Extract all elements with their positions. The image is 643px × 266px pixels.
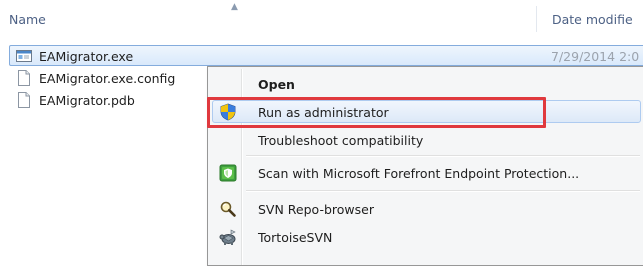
menu-item-label: SVN Repo-browser [258, 202, 374, 217]
document-icon [18, 70, 30, 86]
file-row[interactable]: EAMigrator.exe 7/29/2014 2:0 [0, 45, 643, 67]
sort-ascending-icon: ▲ [231, 2, 238, 12]
menu-item-svn-repo-browser[interactable]: SVN Repo-browser [211, 197, 643, 221]
column-header-row: Name ▲ Date modifie [0, 0, 643, 34]
document-icon [18, 92, 30, 108]
file-name: EAMigrator.pdb [39, 93, 135, 108]
exe-icon [16, 50, 32, 62]
file-name: EAMigrator.exe [39, 49, 134, 64]
menu-item-open[interactable]: Open [211, 72, 643, 96]
file-date: 7/29/2014 2:0 [551, 49, 640, 64]
menu-item-scan-forefront[interactable]: Scan with Microsoft Forefront Endpoint P… [211, 161, 643, 185]
tortoisesvn-icon [219, 229, 236, 245]
column-divider[interactable] [536, 6, 537, 32]
menu-separator [246, 190, 640, 192]
column-header-date-modified[interactable]: Date modifie [552, 12, 633, 27]
file-name: EAMigrator.exe.config [39, 71, 176, 86]
menu-item-label: Open [258, 77, 295, 92]
menu-item-label: TortoiseSVN [258, 230, 333, 245]
menu-item-label: Scan with Microsoft Forefront Endpoint P… [258, 166, 580, 181]
svn-repo-browser-icon [220, 201, 236, 217]
forefront-icon [219, 164, 237, 182]
annotation-highlight-box [207, 97, 546, 128]
menu-item-tortoisesvn[interactable]: TortoiseSVN [211, 225, 643, 249]
menu-item-troubleshoot-compatibility[interactable]: Troubleshoot compatibility [211, 128, 643, 152]
context-menu: Open Run as administrator Troubleshoot c… [207, 66, 643, 266]
column-header-name[interactable]: Name [9, 12, 46, 27]
menu-separator [246, 155, 640, 157]
menu-item-label: Troubleshoot compatibility [258, 133, 424, 148]
